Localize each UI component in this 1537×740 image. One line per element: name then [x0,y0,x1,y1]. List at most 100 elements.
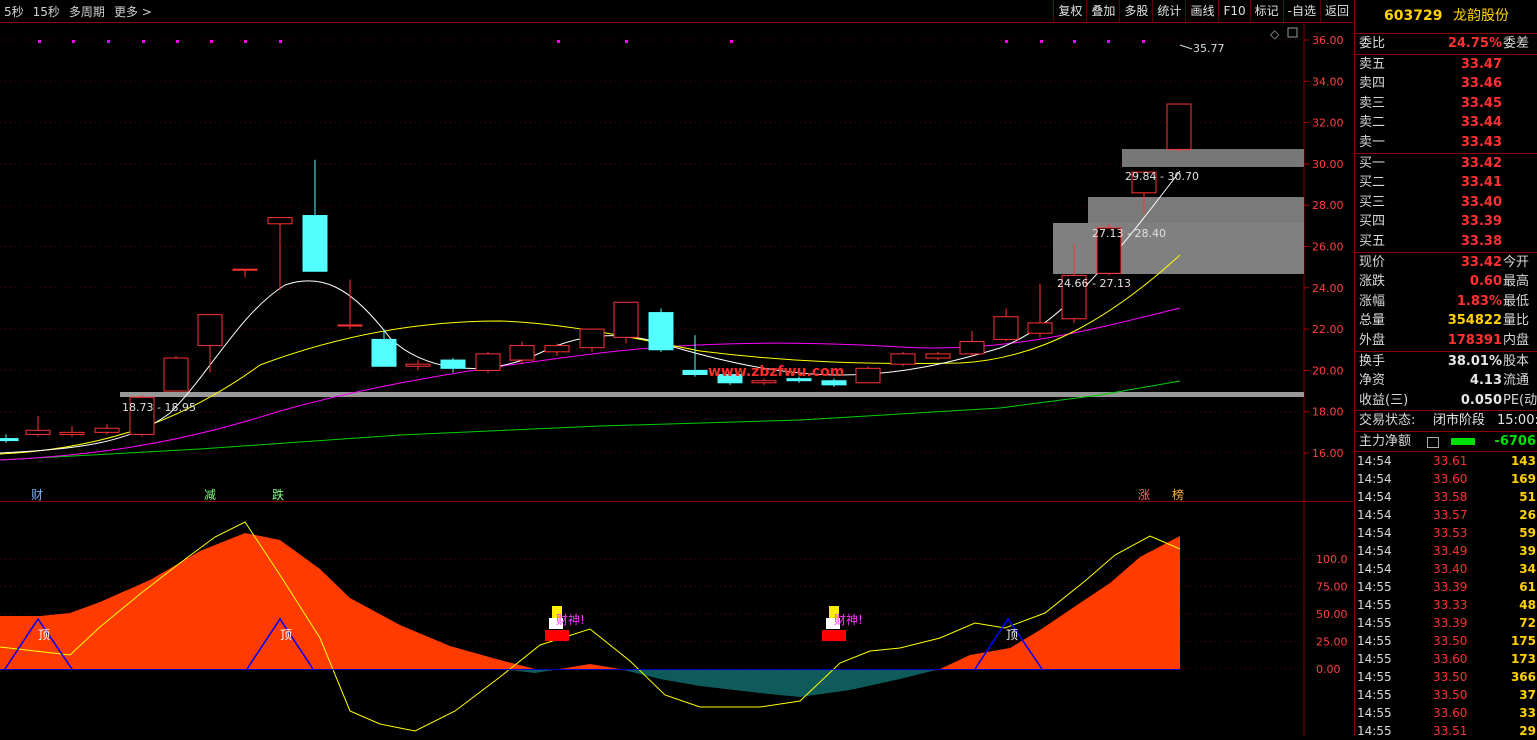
tick-list[interactable]: 14:54 33.61 143 14:54 33.60 169 14:54 33.58 51 14… [1355,452,1537,740]
sell-row: 卖二 33.44 [1355,113,1537,133]
period-multi[interactable]: 多周期 [69,3,105,20]
tick-price: 33.53 [1433,526,1468,541]
draw-line-button[interactable]: 画线 [1185,0,1218,22]
period-15s[interactable]: 15秒 [33,3,60,20]
candle [959,331,985,356]
buy-row: 买三 33.40 [1355,193,1537,213]
stat-row-label: 收益(三) [1359,392,1409,408]
sell-orders: 卖五 33.47 卖四 33.46 卖三 33.45 卖二 33.44 卖一 33.43 [1355,55,1537,153]
event-marker-zhang[interactable]: 涨 [1138,487,1150,502]
tick-time: 14:54 [1357,454,1392,469]
tick-time: 14:55 [1357,634,1392,649]
period-5s[interactable]: 5秒 [4,3,24,20]
indicator-axis: 100.0 75.00 50.00 25.00 0.00 [1316,553,1348,676]
tick-price: 33.61 [1433,454,1468,469]
event-marker-die[interactable]: 跌 [272,487,284,502]
tick-time: 14:54 [1357,472,1392,487]
tick-price: 33.58 [1433,490,1468,505]
candle-body [0,438,19,442]
weibi-row: 委比 24.75% 委差 [1355,34,1537,54]
price-axis: 36.00 34.00 32.00 30.00 28.00 26.00 24.00 22.00… [1304,34,1344,460]
chart-area[interactable]: 36.00 34.00 32.00 30.00 28.00 26.00 24.00 22.00… [0,23,1353,735]
tick-price: 33.39 [1433,580,1468,595]
expand-icon[interactable] [1287,27,1298,38]
signal-dots [38,40,1145,43]
stat-row-label2: 今开 [1503,254,1530,270]
tick-price: 33.33 [1433,598,1468,613]
weibi-value: 24.75% [1447,36,1502,51]
buy-row-label: 买一 [1359,155,1386,171]
indicator-tick-label: 75.00 [1316,581,1348,594]
tick-row: 14:54 33.53 59 [1355,524,1537,542]
kline-chart[interactable]: 36.00 34.00 32.00 30.00 28.00 26.00 24.00 22.00… [0,23,1353,735]
list-icon[interactable] [1427,436,1439,448]
restore-rights-button[interactable]: 复权 [1053,0,1086,22]
candle [1166,103,1192,152]
indicator-tick-label: 100.0 [1316,553,1348,566]
stats-block-1: 现价 33.42 今开 涨跌 0.60 最高 涨幅 1.83% 最低 总量 354822 量比 外盘 17… [1355,253,1537,351]
event-marker-jian[interactable]: 减 [204,488,216,502]
tick-volume: 33 [1519,706,1536,721]
buy-row-value: 33.40 [1460,194,1502,210]
stat-row-value: 354822 [1447,313,1502,329]
price-tick-label: 28.00 [1312,199,1344,212]
candle-body [440,359,466,369]
tick-price: 33.57 [1433,508,1468,523]
candles [0,103,1192,443]
tick-volume: 366 [1510,670,1536,685]
zone-18.73-18.95 [120,392,1304,397]
candle [94,424,120,435]
buy-row-value: 33.38 [1460,233,1502,249]
stock-name: 龙韵股份 [1452,8,1509,24]
buy-row-value: 33.42 [1460,155,1502,171]
buy-row: 买四 33.39 [1355,212,1537,232]
f10-button[interactable]: F10 [1218,0,1249,22]
stock-header: 603729 龙韵股份 [1355,0,1537,34]
multi-stock-button[interactable]: 多股 [1119,0,1152,22]
buy-row-value: 33.39 [1460,214,1502,230]
overlay-button[interactable]: 叠加 [1086,0,1119,22]
tick-volume: 26 [1519,508,1536,523]
tick-price: 33.50 [1433,688,1468,703]
period-more[interactable]: 更多 > [114,3,152,20]
tick-price: 33.50 [1433,670,1468,685]
indicator-area-negative [500,669,940,697]
candle-body [890,353,916,365]
price-tick-label: 16.00 [1312,447,1344,460]
candle [25,415,51,437]
buy-row-label: 买五 [1359,233,1386,249]
tick-row: 14:55 33.50 175 [1355,632,1537,650]
candle [197,314,223,373]
candle [371,329,397,367]
statistics-button[interactable]: 统计 [1152,0,1185,22]
tick-time: 14:55 [1357,652,1392,667]
event-marker-cai[interactable]: 财 [31,488,43,502]
candle-body [163,357,189,392]
candle [890,351,916,367]
diamond-icon[interactable]: ◇ [1270,27,1280,41]
candle [405,360,431,371]
tick-row: 14:55 33.39 61 [1355,578,1537,596]
tick-volume: 29 [1519,724,1536,739]
signal-label-2: 财神! [834,613,863,627]
buy-row: 买一 33.42 [1355,154,1537,174]
stat-row: 收益(三) 0.050PE(动) [1355,391,1537,411]
event-marker-bang[interactable]: 榜 [1172,487,1184,502]
stat-row: 涨跌 0.60 最高 [1355,272,1537,292]
candle [475,351,501,373]
sell-row-value: 33.45 [1460,95,1502,111]
tick-row: 14:54 33.57 26 [1355,506,1537,524]
price-tick-label: 32.00 [1312,117,1344,130]
indicator-area-positive [0,533,1180,669]
back-button[interactable]: 返回 [1319,0,1353,22]
sell-row: 卖五 33.47 [1355,55,1537,75]
remove-watchlist-button[interactable]: -自选 [1282,0,1320,22]
price-tick-label: 26.00 [1312,241,1344,254]
stat-row-value: 178391 [1447,332,1502,348]
tick-time: 14:54 [1357,562,1392,577]
candle-body [197,314,223,347]
stat-row-label2: 股本 [1503,353,1530,369]
tick-row: 14:54 33.49 39 [1355,542,1537,560]
mark-button[interactable]: 标记 [1249,0,1283,22]
tick-price: 33.60 [1433,706,1468,721]
